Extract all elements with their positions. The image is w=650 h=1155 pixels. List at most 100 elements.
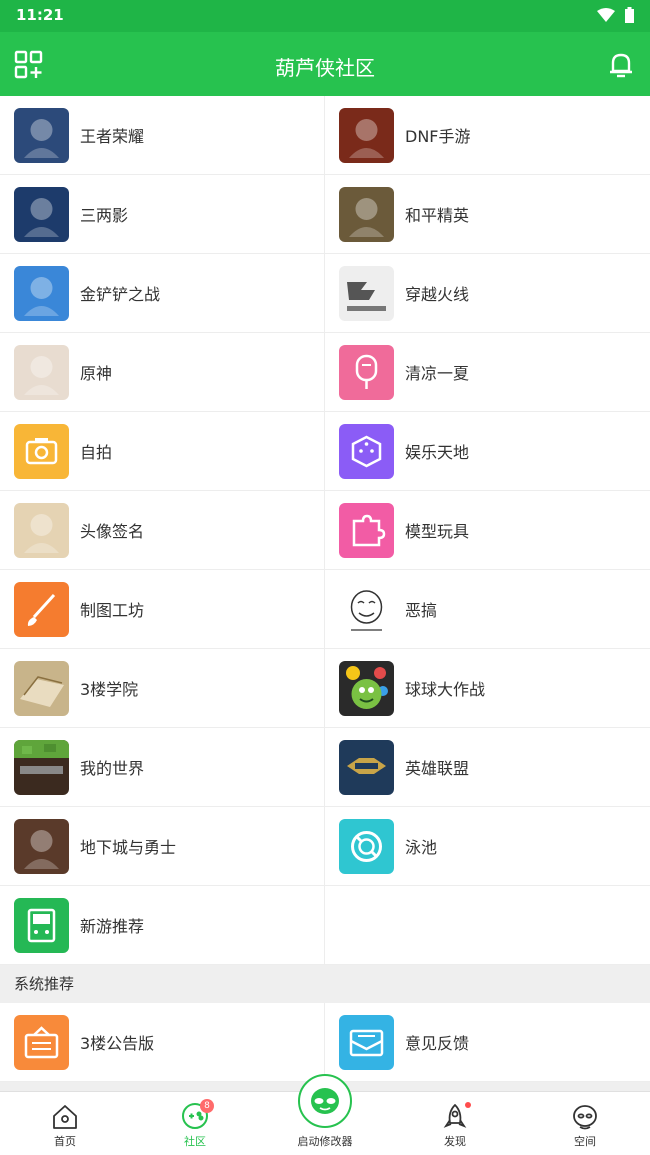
alien-launcher-icon <box>311 1088 339 1114</box>
forum-item-label: 头像签名 <box>80 522 145 541</box>
rocket-icon <box>443 1104 467 1128</box>
discover-dot <box>465 1102 471 1108</box>
section-header-system: 系统推荐 <box>0 965 650 1003</box>
forum-item-label: 原神 <box>80 364 113 383</box>
meme-face-icon <box>339 581 394 637</box>
forum-item[interactable]: 原神 <box>0 333 325 411</box>
forum-row: 金铲铲之战 穿越火线 <box>0 254 650 333</box>
feedback-mail-icon <box>339 1014 394 1070</box>
forum-item-label: 三两影 <box>80 206 129 225</box>
forum-row: 原神 清凉一夏 <box>0 333 650 412</box>
forum-row: 地下城与勇士 泳池 <box>0 807 650 886</box>
tab-label: 发现 <box>444 1135 466 1148</box>
forum-list[interactable]: 王者荣耀 DNF手游三两影 和平精英金铲铲之战 穿越火线原神 清凉一夏自拍 娱乐天地头像签… <box>0 96 650 1091</box>
forum-item[interactable]: 制图工坊 <box>0 570 325 648</box>
page-title: 葫芦侠社区 <box>275 56 375 80</box>
status-bar: 11:21 <box>0 0 650 32</box>
tab-home[interactable]: 首页 <box>0 1092 130 1155</box>
status-icons <box>597 7 634 23</box>
forum-item-label: 3楼学院 <box>80 680 139 699</box>
status-time: 11:21 <box>16 6 64 24</box>
forum-item[interactable]: 三两影 <box>0 175 325 253</box>
forum-item-label: 球球大作战 <box>405 680 486 699</box>
forum-grid: 王者荣耀 DNF手游三两影 和平精英金铲铲之战 穿越火线原神 清凉一夏自拍 娱乐天地头像签… <box>0 96 650 965</box>
minecraft-icon <box>14 739 69 795</box>
forum-item-label: 新游推荐 <box>80 917 145 936</box>
tab-discover[interactable]: 发现 <box>390 1092 520 1155</box>
forum-item[interactable]: 模型玩具 <box>325 491 650 569</box>
tab-label: 启动修改器 <box>297 1135 353 1148</box>
forum-row: 自拍 娱乐天地 <box>0 412 650 491</box>
forum-item[interactable]: 意见反馈 <box>325 1003 650 1081</box>
forum-item-label: 模型玩具 <box>405 522 470 541</box>
home-icon <box>53 1105 77 1129</box>
forum-item-label: 和平精英 <box>405 206 470 225</box>
forum-item[interactable]: 新游推荐 <box>0 886 325 964</box>
forum-item[interactable]: 娱乐天地 <box>325 412 650 490</box>
crossfire-icon <box>339 265 394 321</box>
forum-item-label: 王者荣耀 <box>80 127 145 146</box>
forum-item[interactable]: 泳池 <box>325 807 650 885</box>
forum-item[interactable]: 金铲铲之战 <box>0 254 325 332</box>
dnf-pc-icon <box>14 818 69 874</box>
forum-item[interactable]: 和平精英 <box>325 175 650 253</box>
golden-spatula-icon <box>14 265 69 321</box>
empty-cell <box>325 886 650 964</box>
forum-item[interactable]: 英雄联盟 <box>325 728 650 806</box>
forum-item[interactable]: 3楼公告版 <box>0 1003 325 1081</box>
forum-item[interactable]: 自拍 <box>0 412 325 490</box>
lol-icon <box>339 739 394 795</box>
tab-space[interactable]: 空间 <box>520 1092 650 1155</box>
tab-launcher[interactable]: 启动修改器 <box>260 1074 390 1155</box>
profile-face-icon <box>573 1105 597 1130</box>
forum-item[interactable]: 清凉一夏 <box>325 333 650 411</box>
forum-item[interactable]: 头像签名 <box>0 491 325 569</box>
forum-item-label: 制图工坊 <box>80 601 145 620</box>
tab-label: 社区 <box>184 1135 206 1148</box>
forum-item[interactable]: 3楼学院 <box>0 649 325 727</box>
genshin-icon <box>14 344 69 400</box>
new-game-icon <box>14 897 69 953</box>
bottom-tab-bar: 首页 8 社区 启动修改器 发现 空间 <box>0 1074 650 1155</box>
forum-item-label: 我的世界 <box>80 759 145 778</box>
wifi-icon <box>597 8 615 22</box>
forum-item-label: 娱乐天地 <box>405 443 470 462</box>
brush-icon <box>14 581 69 637</box>
tab-community[interactable]: 8 社区 <box>130 1092 260 1155</box>
system-grid: 3楼公告版 意见反馈 <box>0 1003 650 1082</box>
forum-row: 制图工坊 恶搞 <box>0 570 650 649</box>
forum-row: 三两影 和平精英 <box>0 175 650 254</box>
forum-item[interactable]: 恶搞 <box>325 570 650 648</box>
dice-icon <box>339 423 394 479</box>
bell-icon[interactable] <box>606 50 636 80</box>
forum-item-label: 意见反馈 <box>405 1034 470 1053</box>
forum-item-label: 恶搞 <box>405 601 438 620</box>
peace-elite-icon <box>339 186 394 242</box>
forum-item-label: DNF手游 <box>405 127 471 146</box>
avatar-signature-icon <box>14 502 69 558</box>
forum-item-label: 3楼公告版 <box>80 1034 155 1053</box>
dnf-icon <box>339 107 394 163</box>
forum-item[interactable]: 地下城与勇士 <box>0 807 325 885</box>
forum-item-label: 金铲铲之战 <box>80 285 161 304</box>
forum-item[interactable]: 我的世界 <box>0 728 325 806</box>
forum-row: 头像签名 模型玩具 <box>0 491 650 570</box>
books-icon <box>14 660 69 716</box>
community-badge: 8 <box>200 1099 214 1113</box>
forum-row: 3楼公告版 意见反馈 <box>0 1003 650 1082</box>
forum-item-label: 自拍 <box>80 443 113 462</box>
forum-item[interactable]: 王者荣耀 <box>0 96 325 174</box>
forum-item[interactable]: 球球大作战 <box>325 649 650 727</box>
forum-item-label: 泳池 <box>405 838 438 857</box>
lifebuoy-icon <box>339 818 394 874</box>
forum-item-label: 英雄联盟 <box>405 759 470 778</box>
honor-of-kings-icon <box>14 107 69 163</box>
camera-icon <box>14 423 69 479</box>
forum-item-label: 地下城与勇士 <box>80 838 177 857</box>
notice-board-icon <box>14 1014 69 1070</box>
launcher-button[interactable] <box>298 1074 352 1128</box>
app-bar: 葫芦侠社区 <box>0 32 650 96</box>
forum-item[interactable]: DNF手游 <box>325 96 650 174</box>
forum-row: 王者荣耀 DNF手游 <box>0 96 650 175</box>
forum-item[interactable]: 穿越火线 <box>325 254 650 332</box>
